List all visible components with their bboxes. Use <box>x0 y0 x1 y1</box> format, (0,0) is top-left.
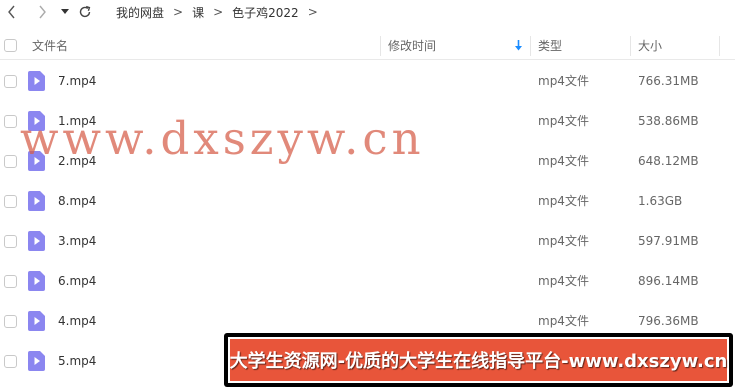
row-checkbox[interactable] <box>4 315 17 328</box>
column-divider[interactable] <box>380 36 381 56</box>
row-checkbox[interactable] <box>4 275 17 288</box>
file-size: 896.14MB <box>638 274 699 288</box>
breadcrumb-item-my-netdisk[interactable]: 我的网盘 <box>116 4 164 21</box>
file-row[interactable]: 3.mp4 mp4文件 597.91MB <box>0 221 735 261</box>
caret-down-icon <box>61 9 69 14</box>
file-name[interactable]: 5.mp4 <box>58 341 96 381</box>
breadcrumb-separator: > <box>173 5 184 19</box>
column-divider[interactable] <box>719 36 720 56</box>
video-file-icon <box>28 191 45 211</box>
row-checkbox[interactable] <box>4 355 17 368</box>
file-size: 766.31MB <box>638 74 699 88</box>
forward-button[interactable] <box>34 2 50 22</box>
row-checkbox[interactable] <box>4 115 17 128</box>
chevron-right-icon <box>39 5 46 19</box>
column-divider[interactable] <box>530 36 531 56</box>
navigation-bar: 我的网盘 > 课 > 色子鸡2022 > <box>0 0 735 24</box>
row-checkbox[interactable] <box>4 155 17 168</box>
file-type: mp4文件 <box>538 74 589 88</box>
file-row[interactable]: 6.mp4 mp4文件 896.14MB <box>0 261 735 301</box>
file-name[interactable]: 8.mp4 <box>58 181 96 221</box>
row-checkbox[interactable] <box>4 195 17 208</box>
file-name[interactable]: 3.mp4 <box>58 221 96 261</box>
video-file-icon <box>28 111 45 131</box>
column-header-size[interactable]: 大小 <box>638 32 662 60</box>
refresh-icon <box>79 5 91 18</box>
file-type: mp4文件 <box>538 154 589 168</box>
promo-banner: 大学生资源网-优质的大学生在线指导平台-www.dxszyw.cn <box>224 333 733 387</box>
file-type: mp4文件 <box>538 234 589 248</box>
file-name[interactable]: 1.mp4 <box>58 101 96 141</box>
breadcrumb-separator: > <box>307 5 318 19</box>
column-divider[interactable] <box>630 36 631 56</box>
file-row[interactable]: 8.mp4 mp4文件 1.63GB <box>0 181 735 221</box>
breadcrumb-item-current-folder[interactable]: 色子鸡2022 <box>232 4 299 21</box>
file-name[interactable]: 7.mp4 <box>58 61 96 101</box>
sort-down-arrow-icon[interactable] <box>514 40 523 52</box>
column-header-type[interactable]: 类型 <box>538 32 562 60</box>
history-dropdown-button[interactable] <box>58 2 72 22</box>
promo-banner-text: 大学生资源网-优质的大学生在线指导平台-www.dxszyw.cn <box>229 351 728 372</box>
file-list-header: 文件名 修改时间 类型 大小 <box>0 32 735 60</box>
breadcrumb-separator: > <box>213 5 224 19</box>
back-button[interactable] <box>4 2 20 22</box>
promo-banner-inner: 大学生资源网-优质的大学生在线指导平台-www.dxszyw.cn <box>228 337 729 383</box>
file-type: mp4文件 <box>538 274 589 288</box>
row-checkbox[interactable] <box>4 235 17 248</box>
video-file-icon <box>28 271 45 291</box>
chevron-left-icon <box>8 5 15 19</box>
breadcrumb-item-course[interactable]: 课 <box>192 4 204 21</box>
video-file-icon <box>28 71 45 91</box>
video-file-icon <box>28 231 45 251</box>
file-row[interactable]: 7.mp4 mp4文件 766.31MB <box>0 61 735 101</box>
file-size: 1.63GB <box>638 194 683 208</box>
video-file-icon <box>28 351 45 371</box>
file-size: 538.86MB <box>638 114 699 128</box>
refresh-button[interactable] <box>76 2 94 22</box>
file-name[interactable]: 4.mp4 <box>58 301 96 341</box>
file-size: 648.12MB <box>638 154 699 168</box>
column-header-modified[interactable]: 修改时间 <box>388 32 436 60</box>
column-header-name[interactable]: 文件名 <box>32 32 68 60</box>
video-file-icon <box>28 151 45 171</box>
row-checkbox[interactable] <box>4 75 17 88</box>
video-file-icon <box>28 311 45 331</box>
file-type: mp4文件 <box>538 114 589 128</box>
select-all-checkbox[interactable] <box>4 39 17 52</box>
file-size: 597.91MB <box>638 234 699 248</box>
file-name[interactable]: 6.mp4 <box>58 261 96 301</box>
breadcrumb: 我的网盘 > 课 > 色子鸡2022 > <box>116 3 327 21</box>
file-type: mp4文件 <box>538 194 589 208</box>
file-name[interactable]: 2.mp4 <box>58 141 96 181</box>
file-row[interactable]: 1.mp4 mp4文件 538.86MB <box>0 101 735 141</box>
file-row[interactable]: 2.mp4 mp4文件 648.12MB <box>0 141 735 181</box>
